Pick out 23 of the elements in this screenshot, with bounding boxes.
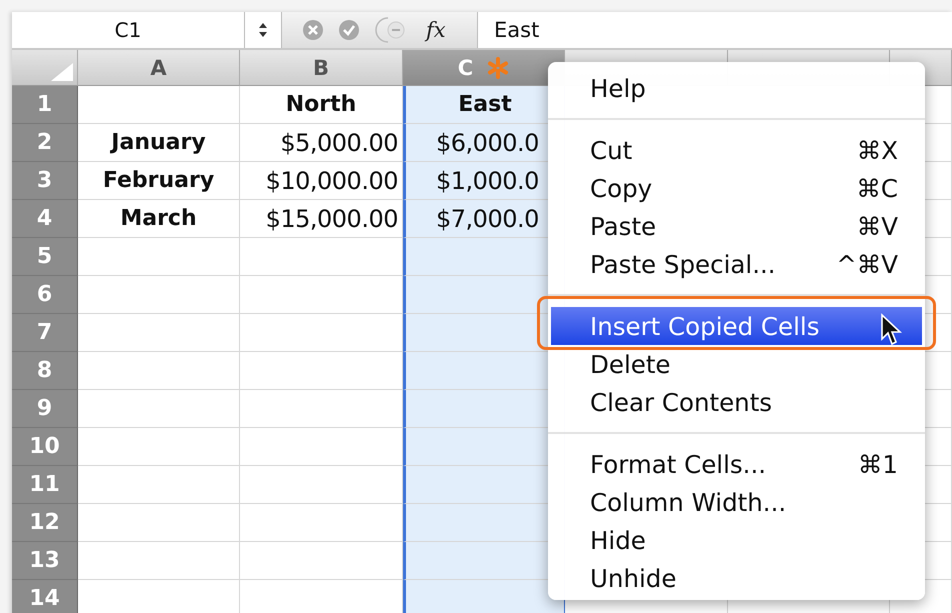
function-label[interactable]: fx — [426, 18, 446, 42]
menu-item[interactable]: Delete — [548, 345, 925, 383]
column-header[interactable]: A — [78, 50, 240, 86]
menu-item[interactable]: Paste Special... ^⌘V — [548, 245, 925, 283]
table-cell[interactable] — [403, 580, 565, 613]
menu-item[interactable]: Format Cells... ⌘1 — [548, 445, 925, 483]
select-all-corner[interactable] — [12, 50, 78, 86]
table-cell[interactable]: February — [78, 162, 240, 200]
table-cell[interactable]: March — [78, 200, 240, 238]
column-header[interactable]: B — [240, 50, 403, 86]
check-icon[interactable] — [338, 19, 360, 41]
menu-item[interactable]: Hide — [548, 521, 925, 559]
cancel-icon[interactable] — [302, 19, 324, 41]
menu-item[interactable]: Unhide — [548, 559, 925, 597]
menu-item[interactable]: Column Width... — [548, 483, 925, 521]
corner-triangle-icon — [51, 63, 73, 81]
stepper-icon[interactable] — [258, 21, 268, 39]
pointer-cursor-icon — [880, 313, 904, 347]
table-cell[interactable]: January — [78, 124, 240, 162]
name-box[interactable]: C1 — [12, 12, 245, 48]
formula-field[interactable]: East — [477, 12, 952, 48]
menu-item[interactable]: Clear Contents — [548, 383, 925, 421]
menu-item[interactable]: Insert Copied Cells — [551, 307, 922, 345]
